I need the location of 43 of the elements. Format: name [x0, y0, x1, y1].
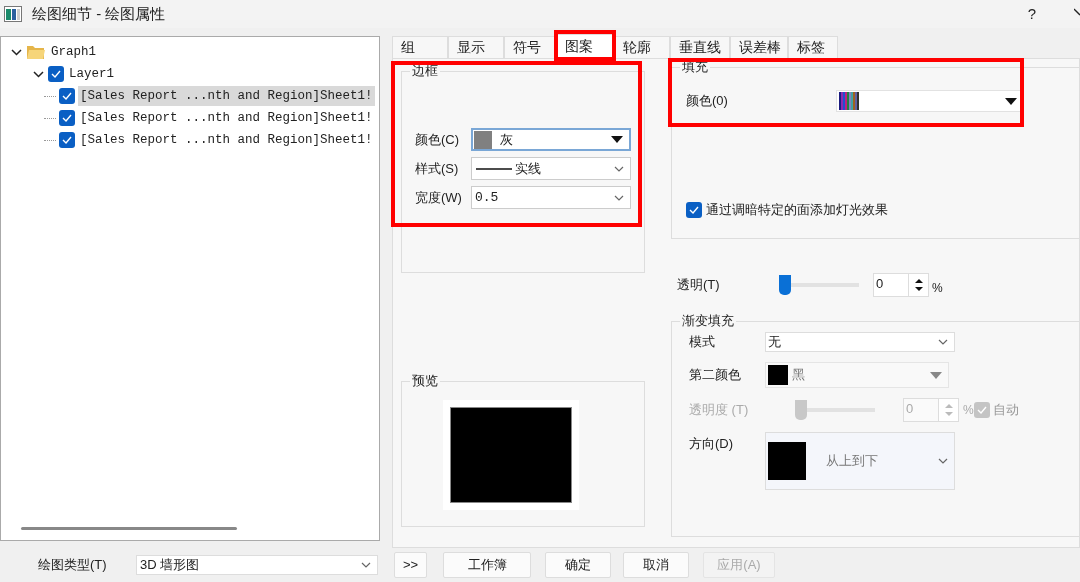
- field-label: 方向(D): [689, 435, 735, 453]
- dropdown[interactable]: 灰: [471, 128, 631, 151]
- field-label: 绘图类型(T): [38, 556, 108, 575]
- spin-field[interactable]: 0: [873, 273, 929, 297]
- window-title: 绘图细节 - 绘图属性: [32, 3, 166, 24]
- dropdown[interactable]: 0.5: [471, 186, 631, 209]
- tree-item[interactable]: [Sales Report ...nth and Region]Sheet1!: [78, 130, 375, 150]
- field-label: 透明(T): [677, 276, 721, 295]
- tab[interactable]: 组: [392, 36, 448, 58]
- tab[interactable]: 垂直线: [670, 36, 730, 58]
- tab[interactable]: 标签: [788, 36, 838, 58]
- tab[interactable]: 图案: [556, 34, 614, 58]
- tree-item[interactable]: Graph1: [49, 42, 98, 62]
- field-label: 颜色(C): [415, 130, 461, 149]
- button[interactable]: >>: [394, 552, 427, 578]
- dropdown[interactable]: 从上到下: [765, 432, 955, 490]
- field-label: 颜色(0): [686, 92, 729, 111]
- tab[interactable]: 轮廓: [614, 36, 670, 58]
- field-label: 样式(S): [415, 159, 460, 178]
- checkbox-label: 通过调暗特定的面添加灯光效果: [706, 201, 888, 219]
- button[interactable]: 取消: [623, 552, 689, 578]
- dropdown[interactable]: 无: [765, 332, 955, 352]
- field-label: 透明度 (T): [689, 401, 750, 420]
- button[interactable]: 确定: [545, 552, 611, 578]
- tab[interactable]: 符号: [504, 36, 556, 58]
- dropdown[interactable]: 3D 墙形图: [136, 555, 378, 575]
- tree-item[interactable]: [Sales Report ...nth and Region]Sheet1!: [78, 108, 375, 128]
- group-title: 预览: [410, 373, 440, 389]
- group-title: 渐变填充: [680, 313, 736, 329]
- unit-label: %: [932, 280, 943, 297]
- field-label: 宽度(W): [415, 188, 463, 207]
- tree-item[interactable]: [Sales Report ...nth and Region]Sheet1!: [78, 86, 375, 106]
- tree-item[interactable]: Layer1: [67, 64, 116, 84]
- field-label: 模式: [689, 333, 716, 352]
- dropdown[interactable]: 黑: [765, 362, 949, 388]
- help-button[interactable]: ?: [1027, 2, 1036, 26]
- checkbox-label: 自动: [992, 401, 1019, 420]
- unit-label: %: [963, 402, 974, 419]
- tab[interactable]: 误差棒: [730, 36, 788, 58]
- button[interactable]: 工作簿: [443, 552, 531, 578]
- tab[interactable]: 显示: [448, 36, 504, 58]
- dropdown[interactable]: 实线: [471, 157, 631, 180]
- field-label: 第二颜色: [689, 366, 742, 385]
